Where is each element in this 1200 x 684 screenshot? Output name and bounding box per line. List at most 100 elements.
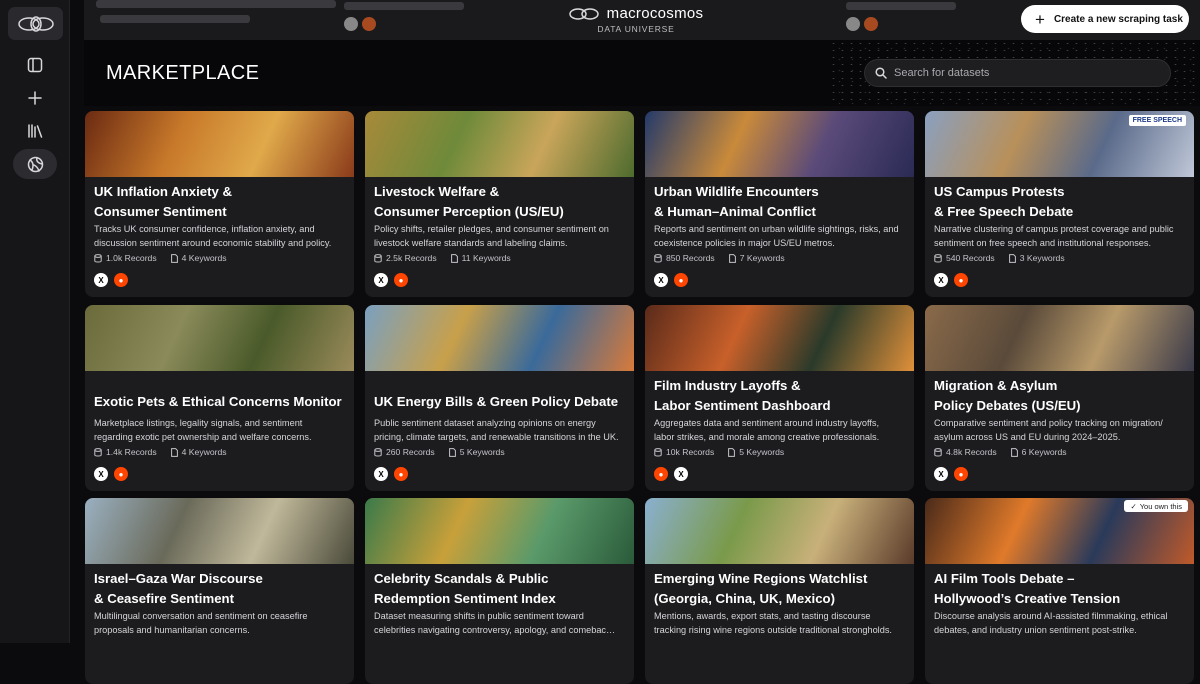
card-title-line: Redemption Sentiment Index	[374, 590, 556, 606]
database-icon	[654, 253, 662, 262]
card-description-line: Mentions, awards, export stats, and tast…	[654, 611, 871, 621]
card-description: Tracks UK consumer confidence, inflation…	[94, 223, 347, 250]
x-icon: X	[94, 467, 108, 481]
keywords-count: 4 Keywords	[181, 253, 227, 263]
records-count: 540 Records	[946, 253, 995, 263]
card-image	[85, 498, 354, 564]
search-bar[interactable]	[864, 59, 1171, 87]
card-title: US Campus Protests & Free Speech Debate	[934, 182, 1186, 221]
page-title: MARKETPLACE	[106, 62, 260, 84]
card-title-line: Urban Wildlife Encounters	[654, 184, 819, 199]
database-icon	[94, 447, 102, 456]
card-title-line: Policy Debates (US/EU)	[934, 397, 1081, 413]
dataset-card[interactable]: Migration & Asylum Policy Debates (US/EU)…	[925, 305, 1194, 491]
reddit-icon: ●	[114, 273, 128, 287]
card-description-line: Policy shifts, retailer pledges, and con…	[374, 224, 609, 234]
dataset-card[interactable]: Exotic Pets & Ethical Concerns Monitor Ma…	[85, 305, 354, 491]
database-icon	[94, 253, 102, 262]
reddit-icon: ●	[954, 273, 968, 287]
database-icon	[654, 447, 662, 456]
reddit-icon: ●	[674, 273, 688, 287]
card-image	[85, 305, 354, 371]
records-count: 260 Records	[386, 447, 435, 457]
card-description-line: Discourse analysis around AI-assisted fi…	[934, 611, 1168, 621]
card-title: Israel–Gaza War Discourse & Ceasefire Sen…	[94, 569, 346, 608]
card-title-line: Film Industry Layoffs &	[654, 378, 801, 393]
card-meta: 1.4k Records 4 Keywords	[94, 447, 227, 457]
dataset-card[interactable]: Livestock Welfare & Consumer Perception (…	[365, 111, 634, 297]
search-input[interactable]	[894, 67, 1154, 79]
card-description-line: regarding exotic pet ownership and welfa…	[94, 431, 312, 442]
card-title-line: Livestock Welfare &	[374, 184, 500, 199]
card-sources: X ●	[94, 273, 128, 287]
keywords-count: 3 Keywords	[1019, 253, 1065, 263]
card-sources: ● X	[654, 467, 688, 481]
card-description-line: livestock welfare standards and labeling…	[374, 237, 568, 248]
dataset-card[interactable]: UK Inflation Anxiety & Consumer Sentiment…	[85, 111, 354, 297]
dataset-card[interactable]: UK Energy Bills & Green Policy Debate Pub…	[365, 305, 634, 491]
card-sources: X ●	[374, 273, 408, 287]
database-icon	[934, 447, 942, 456]
dataset-card[interactable]: Emerging Wine Regions Watchlist (Georgia,…	[645, 498, 914, 684]
card-title: Livestock Welfare & Consumer Perception (…	[374, 182, 626, 221]
dataset-card[interactable]: Film Industry Layoffs & Labor Sentiment D…	[645, 305, 914, 491]
library-icon[interactable]	[17, 116, 53, 146]
keywords-count: 4 Keywords	[181, 447, 227, 457]
card-description-line: Aggregates data and sentiment around ind…	[654, 418, 880, 428]
x-icon: X	[94, 273, 108, 287]
globe-icon[interactable]	[13, 149, 57, 179]
panel-icon[interactable]	[17, 50, 53, 80]
owned-label: You own this	[1139, 501, 1182, 511]
card-title: UK Energy Bills & Green Policy Debate	[374, 392, 626, 412]
reddit-icon: ●	[114, 467, 128, 481]
card-title-line: Migration & Asylum	[934, 378, 1058, 393]
sidebar	[0, 0, 70, 643]
records-count: 10k Records	[666, 447, 715, 457]
document-icon	[1010, 447, 1018, 457]
reddit-icon: ●	[654, 467, 668, 481]
card-image	[365, 498, 634, 564]
search-icon	[875, 67, 887, 79]
plus-icon[interactable]	[17, 83, 53, 113]
card-image	[645, 498, 914, 564]
records-count: 2.5k Records	[386, 253, 437, 263]
x-icon: X	[374, 467, 388, 481]
card-title-line: Labor Sentiment Dashboard	[654, 397, 831, 413]
card-description-line: Multilingual conversation and sentiment …	[94, 611, 308, 621]
card-description-line: Comparative sentiment and policy trackin…	[934, 418, 1163, 428]
card-description-line: sentiment on free speech and institution…	[934, 237, 1152, 248]
card-image	[645, 111, 914, 177]
dataset-card[interactable]: Urban Wildlife Encounters & Human–Animal …	[645, 111, 914, 297]
card-title: Exotic Pets & Ethical Concerns Monitor	[94, 392, 346, 412]
card-sources: X ●	[94, 467, 128, 481]
card-description-line: pricing, climate targets, and renewable …	[374, 431, 619, 442]
brand: macrocosmos DATA UNIVERSE	[546, 5, 726, 34]
card-title-line: Exotic Pets & Ethical Concerns Monitor	[94, 394, 342, 409]
app-logo-icon[interactable]	[8, 7, 63, 40]
x-icon: X	[934, 273, 948, 287]
dataset-card[interactable]: FREE SPEECH US Campus Protests & Free Spee…	[925, 111, 1194, 297]
dataset-card[interactable]: ✓ You own this AI Film Tools Debate – Holly…	[925, 498, 1194, 684]
card-meta: 1.0k Records 4 Keywords	[94, 253, 227, 263]
create-scraping-task-button[interactable]: + Create a new scraping task	[1021, 5, 1189, 33]
card-meta: 2.5k Records 11 Keywords	[374, 253, 511, 263]
dataset-card[interactable]: Israel–Gaza War Discourse & Ceasefire Sen…	[85, 498, 354, 684]
card-title-line: Emerging Wine Regions Watchlist	[654, 571, 868, 586]
plus-icon: +	[1035, 9, 1045, 29]
card-description-line: asylum across US and EU during 2024–2025…	[934, 431, 1121, 442]
card-title: AI Film Tools Debate – Hollywood’s Creati…	[934, 569, 1186, 608]
card-description: Discourse analysis around AI-assisted fi…	[934, 610, 1187, 637]
card-image	[365, 305, 634, 371]
card-description: Public sentiment dataset analyzing opini…	[374, 417, 627, 444]
dataset-card[interactable]: Celebrity Scandals & Public Redemption Se…	[365, 498, 634, 684]
reddit-icon: ●	[954, 467, 968, 481]
owned-badge: ✓ You own this	[1124, 500, 1188, 512]
card-image-badge: FREE SPEECH	[1128, 115, 1186, 126]
card-title-line: & Free Speech Debate	[934, 203, 1074, 219]
reddit-icon: ●	[394, 467, 408, 481]
card-meta: 540 Records 3 Keywords	[934, 253, 1065, 263]
document-icon	[170, 253, 178, 263]
card-title: Emerging Wine Regions Watchlist (Georgia,…	[654, 569, 906, 608]
card-description-line: Narrative clustering of campus protest c…	[934, 224, 1174, 234]
card-sources: X ●	[654, 273, 688, 287]
